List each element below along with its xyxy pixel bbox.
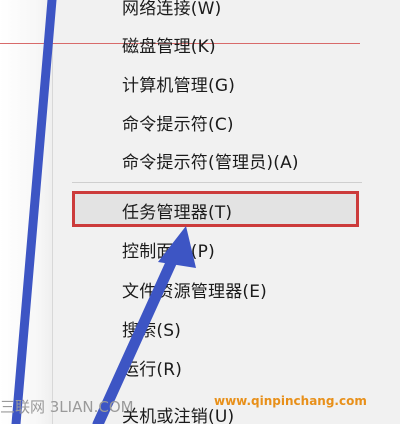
watermark-left: 三联网 3LIAN.COM: [0, 398, 134, 416]
watermark-right: www.qinpinchang.com: [214, 394, 367, 408]
annotation-arrows: [11, 0, 196, 424]
annotation-line-icon: [11, 0, 57, 424]
arrowhead-icon: [158, 226, 196, 268]
